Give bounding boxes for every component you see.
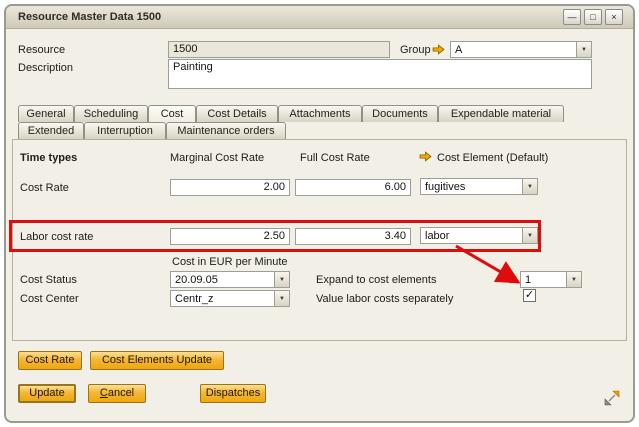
cost-rate-element-dropdown[interactable]: fugitives ▼ (420, 178, 538, 195)
cancel-button[interactable]: Cancel (88, 384, 146, 403)
description-label: Description (18, 62, 73, 74)
labor-cost-rate-full-field[interactable]: 3.40 (295, 228, 411, 245)
window-controls: — □ × (563, 9, 623, 25)
tab-scheduling[interactable]: Scheduling (74, 105, 148, 122)
cost-center-label: Cost Center (20, 293, 79, 305)
link-arrow-icon[interactable] (432, 44, 445, 55)
labor-cost-rate-row-label: Labor cost rate (20, 231, 93, 243)
cost-rate-button[interactable]: Cost Rate (18, 351, 82, 370)
description-field[interactable]: Painting (168, 59, 592, 89)
minimize-button[interactable]: — (563, 9, 581, 25)
tab-attachments[interactable]: Attachments (278, 105, 362, 122)
resource-label: Resource (18, 44, 65, 56)
tab-interruption[interactable]: Interruption (84, 122, 166, 139)
tab-extended[interactable]: Extended (18, 122, 84, 139)
dropdown-arrow-icon[interactable]: ▼ (522, 228, 537, 243)
maximize-button[interactable]: □ (584, 9, 602, 25)
dropdown-arrow-icon[interactable]: ▼ (274, 272, 289, 287)
cost-rate-row-label: Cost Rate (20, 182, 69, 194)
labor-cost-rate-element-dropdown[interactable]: labor ▼ (420, 227, 538, 244)
labor-cost-rate-element-value: labor (421, 228, 522, 243)
tab-general[interactable]: General (18, 105, 74, 122)
cost-unit-note: Cost in EUR per Minute (172, 256, 288, 268)
cost-rate-full-field[interactable]: 6.00 (295, 179, 411, 196)
value-labor-costs-label: Value labor costs separately (316, 293, 453, 305)
tab-cost-details[interactable]: Cost Details (196, 105, 278, 122)
labor-cost-rate-marginal-field[interactable]: 2.50 (170, 228, 290, 245)
full-cost-rate-header: Full Cost Rate (300, 152, 370, 164)
cost-center-value: Centr_z (171, 291, 274, 306)
tab-cost[interactable]: Cost (148, 105, 196, 122)
resource-master-data-window: Resource Master Data 1500 — □ × Resource… (0, 0, 639, 427)
checkbox-check-icon: ✓ (525, 289, 534, 301)
dropdown-arrow-icon[interactable]: ▼ (576, 42, 591, 57)
time-types-label: Time types (20, 152, 77, 164)
cost-rate-marginal-field[interactable]: 2.00 (170, 179, 290, 196)
value-labor-costs-checkbox[interactable]: ✓ (523, 289, 536, 302)
expand-value: 1 (521, 272, 566, 287)
resource-field[interactable]: 1500 (168, 41, 390, 58)
window-title: Resource Master Data 1500 (18, 11, 161, 23)
close-icon: × (611, 12, 616, 22)
cost-center-dropdown[interactable]: Centr_z ▼ (170, 290, 290, 307)
link-arrow-icon[interactable] (504, 273, 517, 284)
dropdown-arrow-icon[interactable]: ▼ (566, 272, 581, 287)
title-bar[interactable]: Resource Master Data 1500 — □ × (6, 6, 633, 29)
expand-to-cost-elements-dropdown[interactable]: 1 ▼ (520, 271, 582, 288)
dispatches-button[interactable]: Dispatches (200, 384, 266, 403)
cost-element-header: Cost Element (Default) (437, 152, 548, 164)
dropdown-arrow-icon[interactable]: ▼ (522, 179, 537, 194)
tab-expendable-material[interactable]: Expendable material (438, 105, 564, 122)
expand-to-cost-elements-label: Expand to cost elements (316, 274, 436, 286)
cost-status-dropdown[interactable]: 20.09.05 ▼ (170, 271, 290, 288)
tab-documents[interactable]: Documents (362, 105, 438, 122)
link-arrow-icon[interactable] (419, 151, 432, 162)
marginal-cost-rate-header: Marginal Cost Rate (170, 152, 264, 164)
group-dropdown[interactable]: A ▼ (450, 41, 592, 58)
update-button[interactable]: Update (18, 384, 76, 403)
dropdown-arrow-icon[interactable]: ▼ (274, 291, 289, 306)
group-label: Group (400, 44, 431, 56)
group-value: A (451, 42, 576, 57)
cost-status-value: 20.09.05 (171, 272, 274, 287)
close-button[interactable]: × (605, 9, 623, 25)
cost-status-label: Cost Status (20, 274, 77, 286)
minimize-icon: — (568, 12, 577, 22)
maximize-icon: □ (590, 12, 595, 22)
cost-rate-element-value: fugitives (421, 179, 522, 194)
expand-form-icon[interactable] (604, 390, 620, 406)
tab-maintenance-orders[interactable]: Maintenance orders (166, 122, 286, 139)
cost-elements-update-button[interactable]: Cost Elements Update (90, 351, 224, 370)
